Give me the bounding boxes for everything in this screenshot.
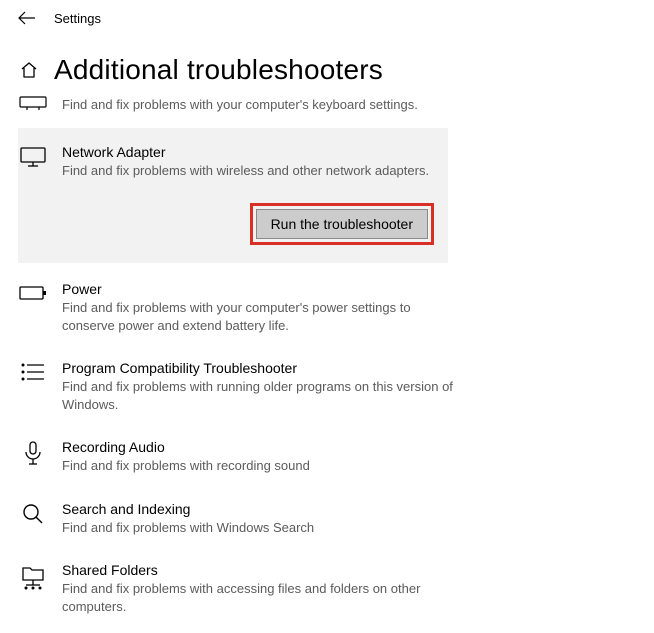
troubleshooter-power[interactable]: Power Find and fix problems with your co… [18,273,636,352]
page-title: Additional troubleshooters [54,54,383,86]
title-bar: Settings [0,0,654,36]
item-title: Recording Audio [62,439,636,455]
app-title: Settings [54,11,101,26]
item-title: Power [62,281,636,297]
home-icon[interactable] [18,60,40,80]
troubleshooter-network-adapter[interactable]: Network Adapter Find and fix problems wi… [18,128,448,264]
power-icon [18,281,48,303]
troubleshooter-program-compatibility[interactable]: Program Compatibility Troubleshooter Fin… [18,352,636,431]
list-icon [18,360,48,382]
item-desc: Find and fix problems with your computer… [62,299,462,334]
item-desc: Find and fix problems with running older… [62,378,462,413]
troubleshooter-search-indexing[interactable]: Search and Indexing Find and fix problem… [18,493,636,555]
item-title: Program Compatibility Troubleshooter [62,360,636,376]
item-desc: Find and fix problems with wireless and … [62,162,448,180]
microphone-icon [18,439,48,467]
back-button[interactable] [18,9,36,27]
folder-network-icon [18,562,48,590]
highlight-frame: Run the troubleshooter [250,203,434,245]
troubleshooter-recording-audio[interactable]: Recording Audio Find and fix problems wi… [18,431,636,493]
item-title: Network Adapter [62,144,448,160]
item-desc: Find and fix problems with Windows Searc… [62,519,462,537]
item-desc: Find and fix problems with recording sou… [62,457,462,475]
arrow-left-icon [18,11,36,25]
troubleshooter-shared-folders[interactable]: Shared Folders Find and fix problems wit… [18,554,636,633]
item-title: Search and Indexing [62,501,636,517]
page-header: Additional troubleshooters [18,54,636,86]
keyboard-desc: Find and fix problems with your computer… [62,96,462,114]
keyboard-icon [18,96,48,110]
run-troubleshooter-button[interactable]: Run the troubleshooter [256,209,428,239]
search-icon [18,501,48,525]
item-title: Shared Folders [62,562,636,578]
item-desc: Find and fix problems with accessing fil… [62,580,462,615]
monitor-icon [18,144,48,168]
